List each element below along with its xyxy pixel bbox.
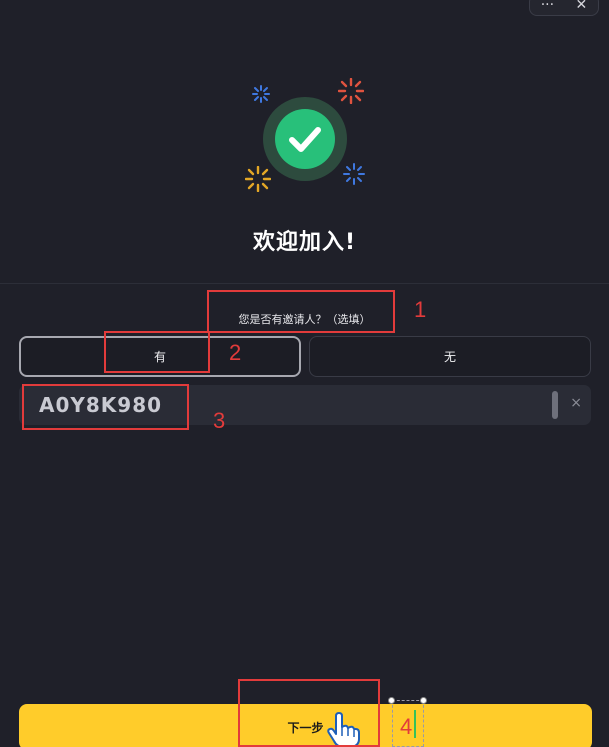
welcome-hero: 欢迎加入! xyxy=(0,0,609,284)
field-handle xyxy=(552,391,558,419)
page-title: 欢迎加入! xyxy=(252,230,357,255)
annotation-box xyxy=(238,679,380,747)
sparkle-icon xyxy=(343,163,365,185)
annotation-number: 2 xyxy=(229,340,242,365)
annotation-number: 1 xyxy=(414,297,427,322)
sparkle-icon xyxy=(245,166,271,192)
annotation-number: 4 xyxy=(400,714,413,739)
clear-icon[interactable]: × xyxy=(570,395,582,411)
section-divider xyxy=(0,283,609,284)
success-badge xyxy=(263,97,347,181)
selection-handle[interactable] xyxy=(388,697,395,704)
option-label: 无 xyxy=(443,350,456,364)
text-caret xyxy=(414,710,416,738)
sparkle-icon xyxy=(252,85,270,103)
annotation-box xyxy=(207,290,395,333)
referrer-no-option[interactable]: 无 xyxy=(309,336,591,377)
annotation-box xyxy=(22,384,189,430)
check-circle-icon xyxy=(289,127,321,152)
annotation-box xyxy=(104,331,210,373)
selection-handle[interactable] xyxy=(420,697,427,704)
annotation-number: 3 xyxy=(213,408,226,433)
sparkle-icon xyxy=(338,78,364,104)
